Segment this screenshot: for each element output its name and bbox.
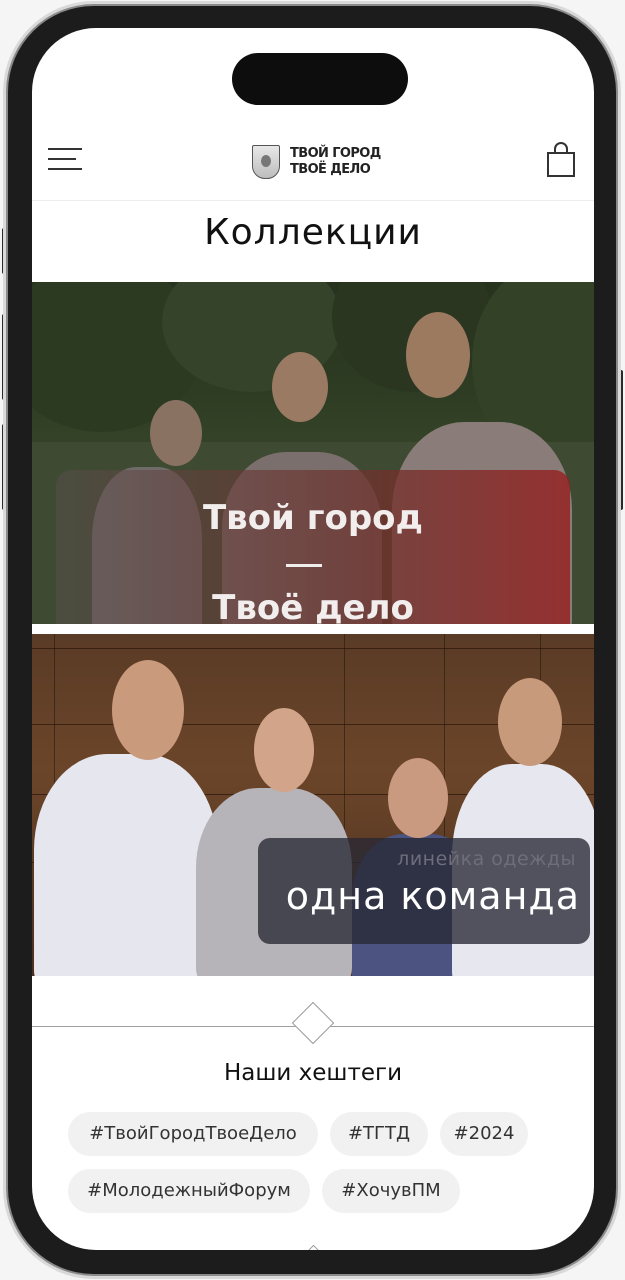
collection-subtitle: линейка одежды: [397, 848, 576, 870]
collection-title-bottom: Твоё дело: [212, 588, 414, 624]
brand-logo-line1: ТВОЙ ГОРОД: [290, 146, 381, 161]
hashtags-title: Наши хештеги: [223, 1060, 403, 1086]
divider-diamond-icon: [291, 1001, 335, 1045]
photo-person-head: [112, 660, 184, 760]
dynamic-island: [232, 53, 408, 105]
collection-title: одна команда: [285, 874, 580, 918]
photo-person-head: [388, 758, 448, 838]
photo-person-head: [272, 352, 328, 422]
collection-card-odna-komanda[interactable]: линейка одежды одна команда: [32, 634, 594, 976]
brand-logo-line2: ТВОЁ ДЕЛО: [290, 162, 371, 177]
hashtag-chip[interactable]: #2024: [440, 1112, 528, 1156]
hashtag-chip[interactable]: #ТвойГородТвоеДело: [68, 1112, 318, 1156]
phone-frame: ТВОЙ ГОРОД ТВОЁ ДЕЛО Коллекции Твой горо…: [8, 6, 616, 1274]
brand-logo[interactable]: ТВОЙ ГОРОД ТВОЁ ДЕЛО: [252, 142, 381, 182]
brand-logo-text: ТВОЙ ГОРОД ТВОЁ ДЕЛО: [290, 146, 381, 178]
shopping-bag-icon[interactable]: [546, 142, 576, 178]
header: ТВОЙ ГОРОД ТВОЁ ДЕЛО: [32, 126, 594, 201]
photo-person-head: [150, 400, 202, 466]
hashtag-chip[interactable]: #ТГТД: [330, 1112, 428, 1156]
collection-card-tvoy-gorod[interactable]: Твой город Твоё дело: [32, 282, 594, 624]
collection-title-top: Твой город: [202, 498, 423, 538]
photo-person: [34, 754, 218, 976]
hashtag-chip[interactable]: #МолодежныйФорум: [68, 1169, 310, 1213]
menu-icon[interactable]: [48, 148, 82, 172]
phone-power-button: [617, 370, 623, 510]
hashtag-chip[interactable]: #ХочувПМ: [322, 1169, 460, 1213]
screen: ТВОЙ ГОРОД ТВОЁ ДЕЛО Коллекции Твой горо…: [32, 28, 594, 1250]
collection-overlay: линейка одежды одна команда: [258, 838, 590, 944]
page-title: Коллекции: [204, 212, 422, 253]
bottom-diamond-icon: [305, 1244, 322, 1250]
photo-person-head: [498, 678, 562, 766]
photo-person-head: [406, 312, 470, 398]
title-dash: [286, 564, 322, 567]
photo-person-head: [254, 708, 314, 792]
moscow-emblem-icon: [252, 145, 280, 179]
